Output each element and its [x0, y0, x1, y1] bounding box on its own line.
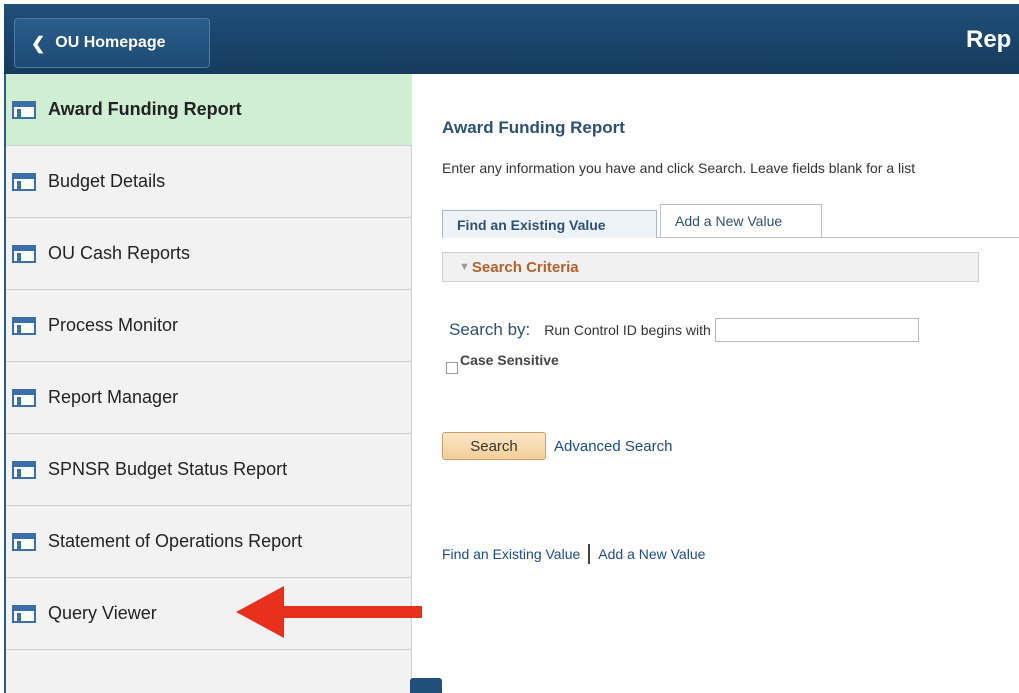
- search-criteria-label: Search Criteria: [471, 258, 579, 276]
- page-icon: [12, 532, 36, 551]
- instructions-text: Enter any information you have and click…: [442, 160, 916, 176]
- sidebar-item-label: Award Funding Report: [48, 99, 242, 119]
- sidebar-item-ou-cash-reports[interactable]: OU Cash Reports: [6, 218, 412, 290]
- top-banner: ❮ OU Homepage Rep: [4, 4, 1019, 74]
- sidebar-item-label: SPNSR Budget Status Report: [48, 459, 288, 479]
- add-new-value-link[interactable]: Add a New Value: [598, 546, 705, 562]
- link-separator: [588, 544, 591, 564]
- main-content: Award Funding Report Enter any informati…: [413, 74, 1019, 693]
- page-icon: [12, 604, 36, 623]
- sidebar-item-label: Process Monitor: [48, 315, 179, 335]
- chevron-left-icon: ❮: [31, 33, 46, 53]
- collapse-triangle-icon: ▼: [459, 261, 470, 273]
- page-icon: [12, 460, 36, 479]
- case-sensitive-row: Case Sensitive: [446, 352, 559, 374]
- sidebar-item-report-manager[interactable]: Report Manager: [6, 362, 412, 434]
- sidebar-item-label: Query Viewer: [48, 603, 157, 623]
- page-icon: [12, 388, 36, 407]
- tab-find-existing-value[interactable]: Find an Existing Value: [442, 210, 657, 238]
- search-button[interactable]: Search: [442, 432, 546, 460]
- find-existing-value-link[interactable]: Find an Existing Value: [442, 546, 580, 562]
- bottom-links: Find an Existing Value Add a New Value: [442, 544, 705, 564]
- tab-label: Add a New Value: [675, 213, 783, 229]
- page-icon: [12, 244, 36, 263]
- sidebar-item-process-monitor[interactable]: Process Monitor: [6, 290, 412, 362]
- sidebar-item-label: Statement of Operations Report: [48, 531, 303, 551]
- ou-homepage-label: OU Homepage: [55, 34, 166, 51]
- search-by-row: Search by: Run Control ID begins with: [449, 318, 919, 342]
- sidebar-item-label: Budget Details: [48, 171, 166, 191]
- search-actions: Search Advanced Search: [442, 432, 672, 460]
- tab-add-new-value[interactable]: Add a New Value: [660, 204, 822, 238]
- page-banner-title: Rep: [966, 26, 1012, 53]
- sidebar-item-label: OU Cash Reports: [48, 243, 191, 263]
- sidebar-item-label: Report Manager: [48, 387, 179, 407]
- page-icon: [12, 172, 36, 191]
- sidebar-item-budget-details[interactable]: Budget Details: [6, 146, 412, 218]
- sidebar-item-spnsr-budget-status-report[interactable]: SPNSR Budget Status Report: [6, 434, 412, 506]
- search-by-label: Search by:: [449, 320, 531, 339]
- run-control-label: Run Control ID begins with: [544, 322, 711, 338]
- page-icon: [12, 100, 36, 119]
- page-title: Award Funding Report: [442, 118, 625, 137]
- search-tabs: Find an Existing Value Add a New Value: [442, 204, 1019, 238]
- sidebar-item-award-funding-report[interactable]: Award Funding Report: [6, 74, 412, 146]
- ou-homepage-button[interactable]: ❮ OU Homepage: [14, 18, 210, 68]
- search-criteria-header[interactable]: ▼ Search Criteria: [442, 252, 979, 282]
- run-control-id-input[interactable]: [714, 318, 919, 342]
- advanced-search-link[interactable]: Advanced Search: [554, 438, 672, 455]
- annotation-arrow-icon: [236, 586, 422, 638]
- app-frame: ❮ OU Homepage Rep Award Funding Report B…: [0, 0, 1019, 693]
- case-sensitive-label: Case Sensitive: [460, 352, 559, 368]
- page-icon: [12, 316, 36, 335]
- sidebar-item-statement-of-operations-report[interactable]: Statement of Operations Report: [6, 506, 412, 578]
- tab-label: Find an Existing Value: [457, 216, 606, 233]
- case-sensitive-checkbox[interactable]: [446, 362, 458, 374]
